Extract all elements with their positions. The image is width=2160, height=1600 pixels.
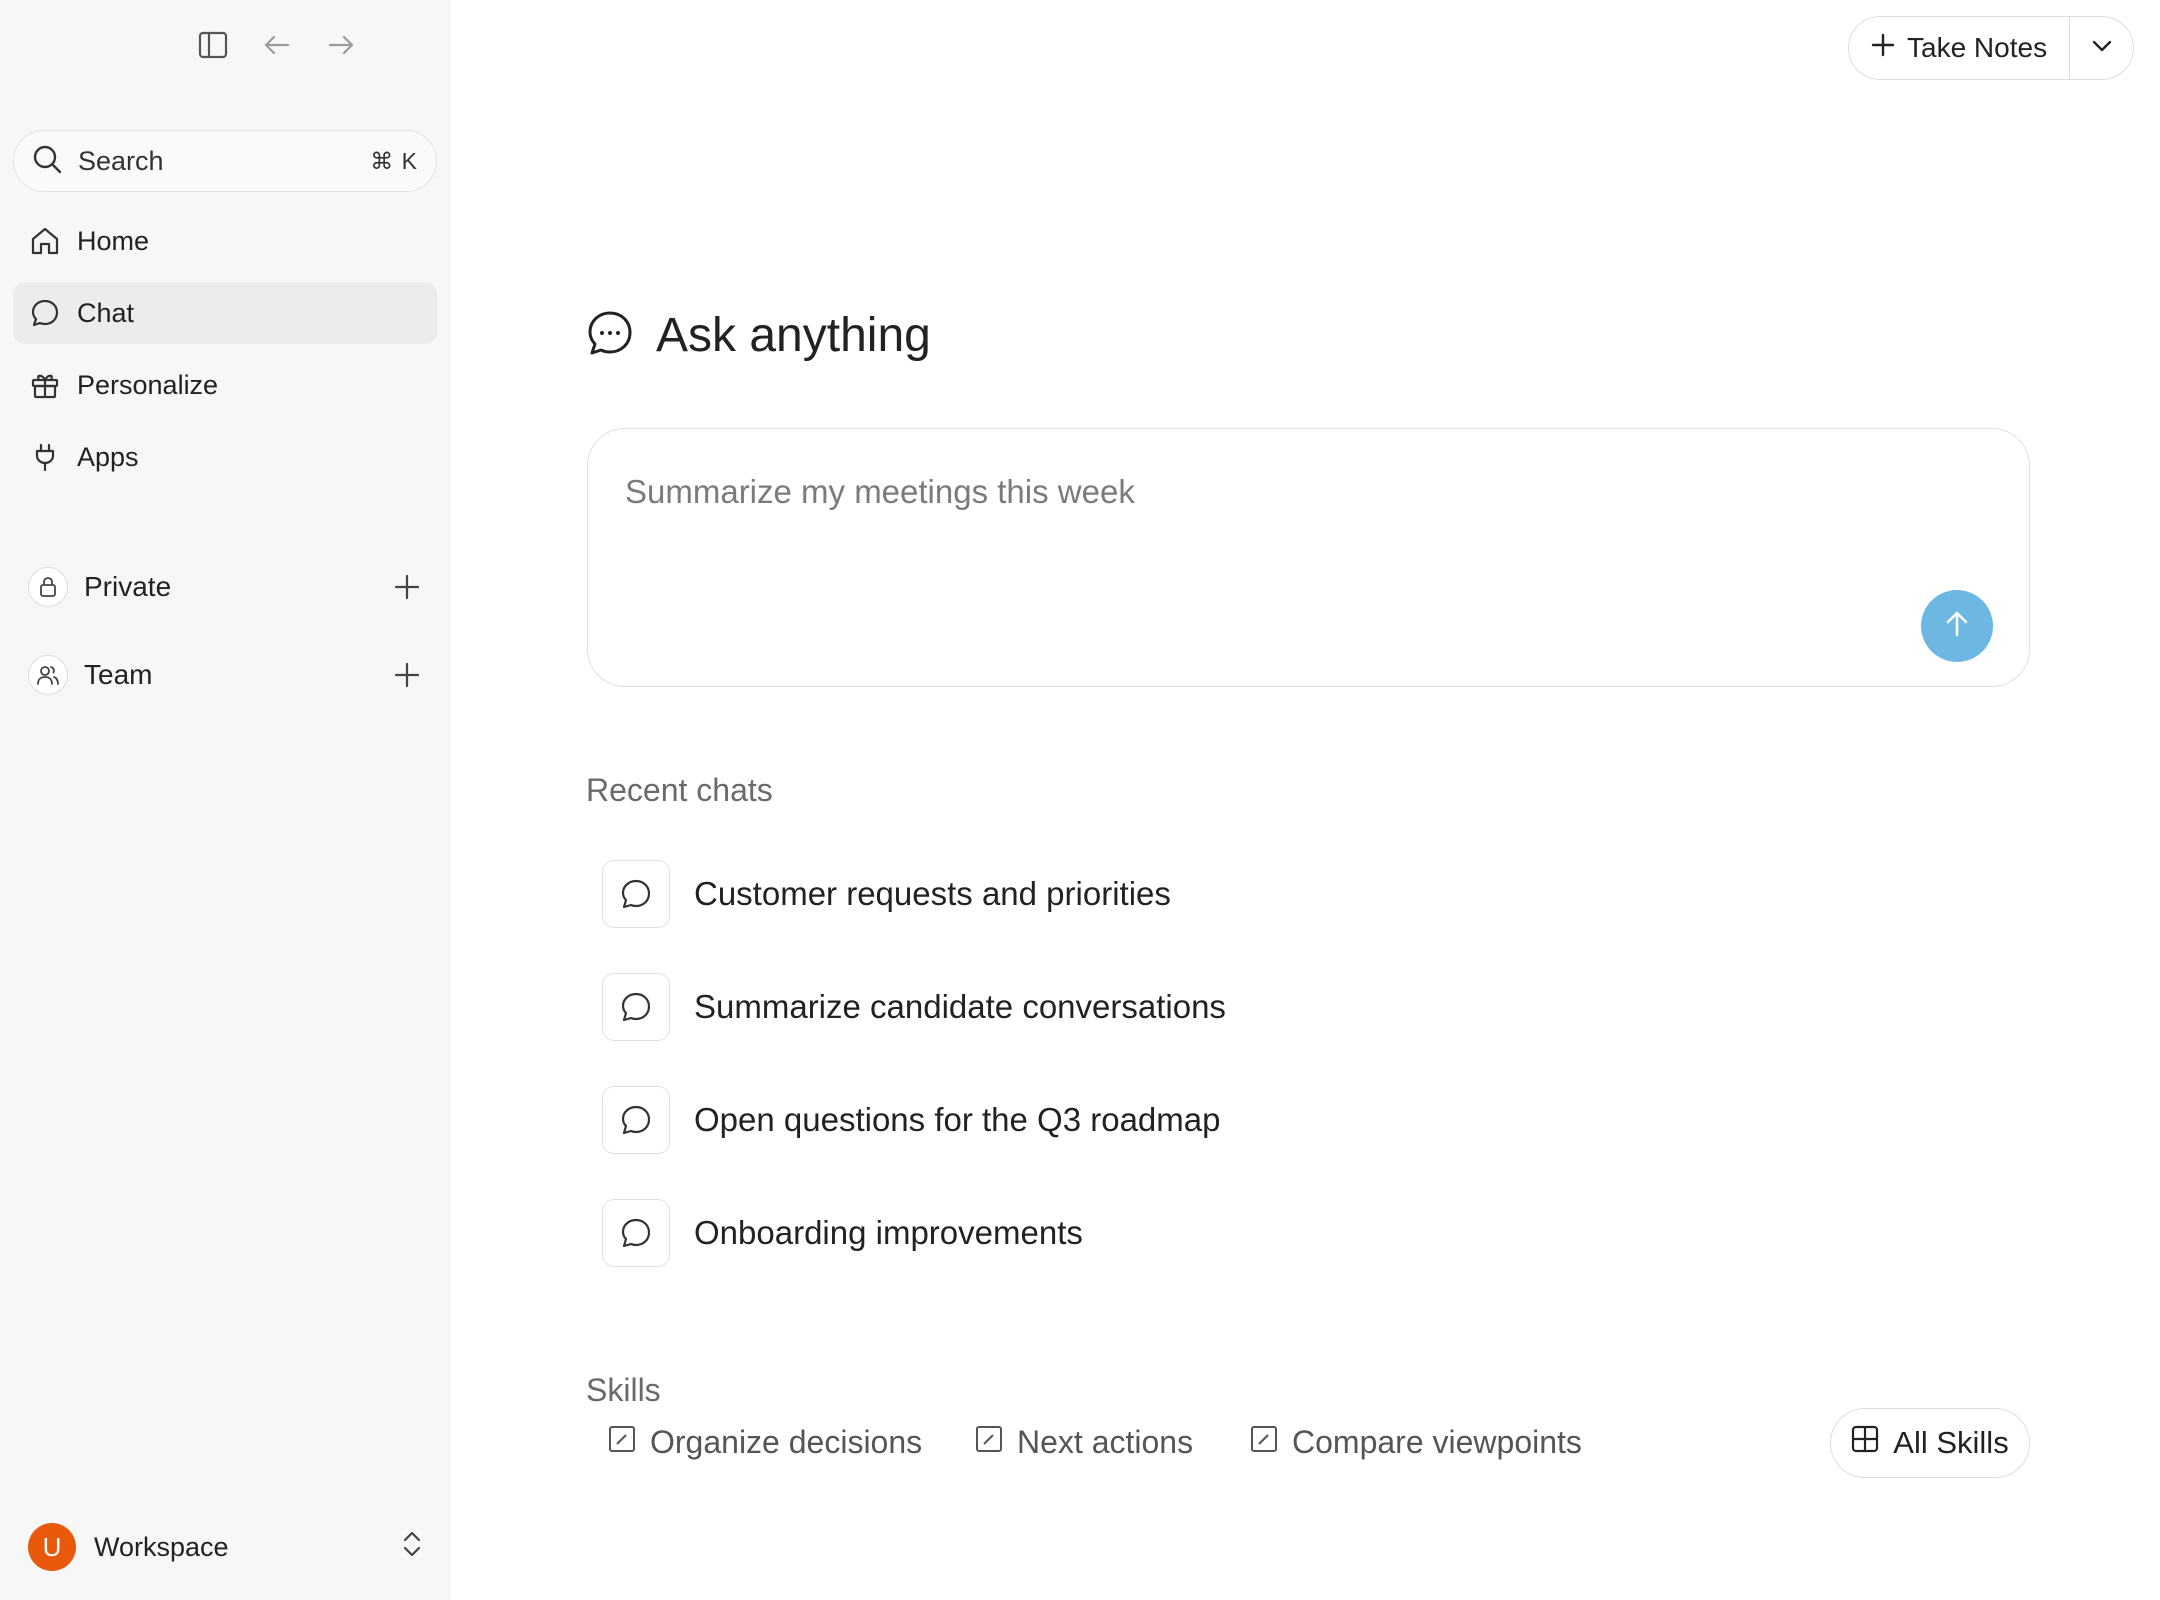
skill-label: Next actions bbox=[1017, 1424, 1194, 1460]
page-heading: Ask anything bbox=[586, 308, 931, 363]
grid-icon bbox=[1851, 1425, 1879, 1461]
sidebar-item-label: Apps bbox=[77, 441, 139, 472]
sidebar-section-team[interactable]: Team bbox=[28, 650, 424, 700]
recent-chat-item[interactable]: Onboarding improvements bbox=[602, 1199, 1083, 1267]
sidebar-item-home[interactable]: Home bbox=[13, 210, 437, 272]
skill-label: Compare viewpoints bbox=[1292, 1424, 1582, 1460]
recent-chat-item[interactable]: Customer requests and priorities bbox=[602, 860, 1171, 928]
add-team-icon[interactable] bbox=[390, 658, 424, 692]
recent-chat-title: Customer requests and priorities bbox=[694, 875, 1171, 912]
users-icon bbox=[28, 655, 68, 695]
sidebar-item-personalize[interactable]: Personalize bbox=[13, 354, 437, 416]
search-label: Search bbox=[78, 145, 164, 176]
back-arrow-icon[interactable] bbox=[260, 28, 294, 62]
checkbox-edit-icon bbox=[975, 1424, 1003, 1461]
sidebar-item-chat[interactable]: Chat bbox=[13, 282, 437, 344]
skill-label: Organize decisions bbox=[650, 1424, 923, 1460]
lock-icon bbox=[28, 567, 68, 607]
chat-icon bbox=[602, 973, 670, 1041]
search-icon bbox=[32, 144, 62, 179]
sidebar-item-label: Personalize bbox=[77, 369, 219, 400]
all-skills-button[interactable]: All Skills bbox=[1830, 1408, 2030, 1478]
take-notes-button[interactable]: Take Notes bbox=[1849, 17, 2071, 79]
section-label: Private bbox=[84, 571, 172, 602]
chat-icon bbox=[602, 1086, 670, 1154]
sidebar-item-label: Chat bbox=[77, 297, 135, 328]
forward-arrow-icon[interactable] bbox=[324, 28, 358, 62]
gift-icon bbox=[29, 369, 61, 401]
take-notes-dropdown[interactable] bbox=[2070, 17, 2133, 79]
recent-chat-title: Summarize candidate conversations bbox=[694, 988, 1226, 1025]
chat-icon bbox=[29, 297, 61, 329]
recent-chat-title: Onboarding improvements bbox=[694, 1214, 1083, 1251]
skill-compare-viewpoints[interactable]: Compare viewpoints bbox=[1250, 1424, 1582, 1461]
sidebar-toggle-icon[interactable] bbox=[196, 28, 230, 62]
recent-chat-title: Open questions for the Q3 roadmap bbox=[694, 1101, 1221, 1138]
take-notes-group: Take Notes bbox=[1848, 16, 2134, 80]
sidebar-top-controls bbox=[196, 28, 358, 62]
send-button[interactable] bbox=[1921, 590, 1993, 662]
checkbox-edit-icon bbox=[1250, 1424, 1278, 1461]
add-private-icon[interactable] bbox=[390, 570, 424, 604]
chevron-updown-icon bbox=[400, 1529, 424, 1566]
recent-chat-item[interactable]: Summarize candidate conversations bbox=[602, 973, 1226, 1041]
all-skills-label: All Skills bbox=[1893, 1425, 2009, 1460]
search-bar[interactable]: Search ⌘ K bbox=[13, 130, 437, 192]
plug-icon bbox=[29, 441, 61, 473]
sidebar-item-apps[interactable]: Apps bbox=[13, 426, 437, 488]
sidebar-item-label: Home bbox=[77, 225, 150, 256]
sidebar: Search ⌘ K Home Chat Personalize Apps Pr… bbox=[0, 0, 450, 1600]
sidebar-section-private[interactable]: Private bbox=[28, 562, 424, 612]
page-title: Ask anything bbox=[656, 309, 931, 362]
chat-icon bbox=[602, 860, 670, 928]
section-label: Team bbox=[84, 659, 153, 690]
workspace-switcher[interactable]: U Workspace bbox=[28, 1522, 424, 1572]
plus-icon bbox=[1871, 32, 1895, 64]
checkbox-edit-icon bbox=[608, 1424, 636, 1461]
take-notes-label: Take Notes bbox=[1907, 32, 2048, 63]
recent-chats-label: Recent chats bbox=[586, 772, 773, 808]
composer-placeholder: Summarize my meetings this week bbox=[625, 473, 1135, 510]
workspace-label: Workspace bbox=[94, 1531, 229, 1562]
skill-organize-decisions[interactable]: Organize decisions bbox=[608, 1424, 922, 1461]
search-shortcut: ⌘ K bbox=[370, 147, 418, 174]
chevron-down-icon bbox=[2091, 39, 2113, 58]
chat-composer[interactable]: Summarize my meetings this week bbox=[587, 428, 2030, 687]
skills-label: Skills bbox=[586, 1372, 661, 1408]
recent-chat-item[interactable]: Open questions for the Q3 roadmap bbox=[602, 1086, 1221, 1154]
chat-icon bbox=[602, 1199, 670, 1267]
chat-bubble-icon bbox=[586, 309, 634, 362]
skill-next-actions[interactable]: Next actions bbox=[975, 1424, 1193, 1461]
arrow-up-icon bbox=[1944, 610, 1970, 643]
avatar: U bbox=[28, 1523, 76, 1571]
home-icon bbox=[29, 225, 61, 257]
